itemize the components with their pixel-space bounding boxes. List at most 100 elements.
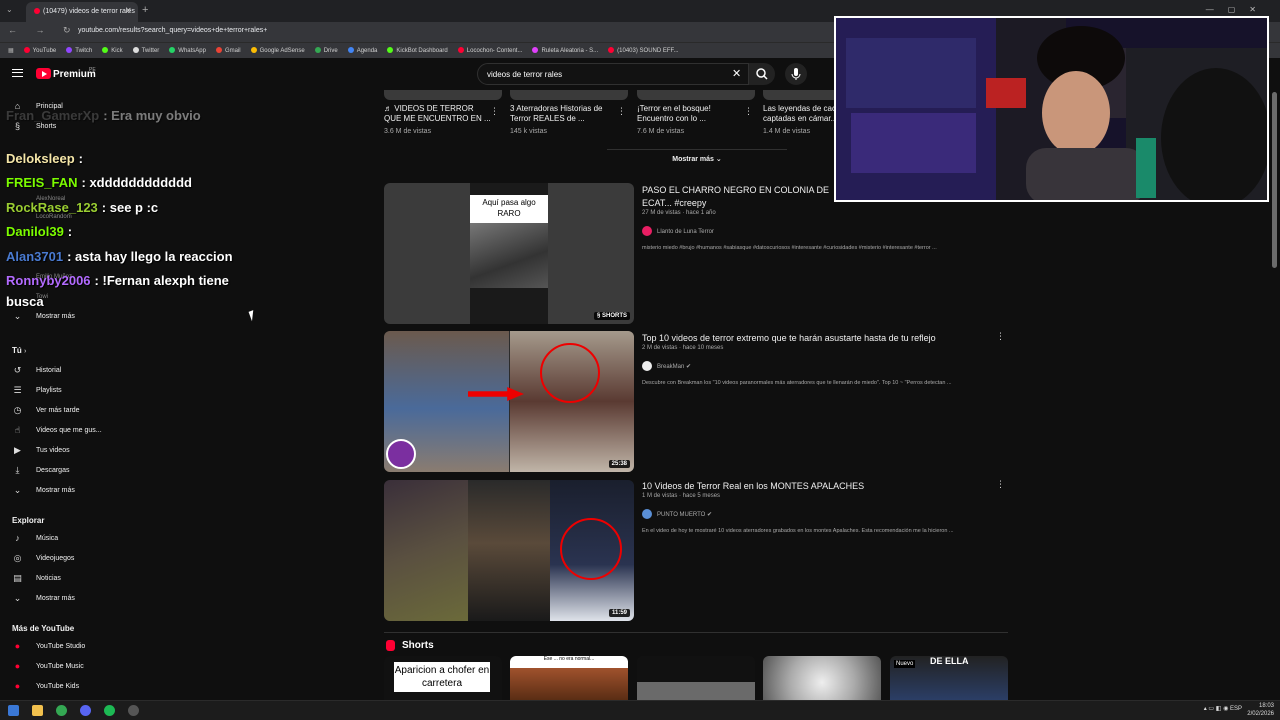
sidebar-item-liked-videos[interactable]: ☝ Videos que me gus... bbox=[0, 422, 118, 440]
sidebar-item-playlists[interactable]: ☰ Playlists bbox=[0, 382, 118, 400]
bookmark-favicon-icon bbox=[250, 47, 257, 53]
bookmark-item[interactable]: Gmail bbox=[215, 47, 241, 54]
sidebar-item-music[interactable]: ♪ Música bbox=[0, 530, 118, 548]
thumbnail-image bbox=[384, 480, 468, 621]
sidebar-item-youtube-kids[interactable]: ● YouTube Kids bbox=[0, 678, 118, 696]
channel-link[interactable]: PUNTO MUERTO ✔ bbox=[642, 509, 712, 519]
bookmark-item[interactable]: Twitter bbox=[132, 47, 159, 54]
highlight-circle bbox=[540, 343, 600, 403]
menu-icon[interactable] bbox=[12, 69, 23, 77]
channel-link[interactable]: BreakMan ✔ bbox=[642, 361, 691, 371]
explore-heading: Explorar bbox=[12, 516, 45, 525]
browser-tab[interactable]: (10479) videos de terror rales bbox=[26, 2, 138, 22]
more-actions-icon[interactable]: ⋮ bbox=[744, 106, 753, 117]
video-title[interactable]: Top 10 videos de terror extremo que te h… bbox=[642, 332, 972, 345]
sidebar-item-your-videos[interactable]: ▶ Tus videos bbox=[0, 442, 118, 460]
sidebar-item-downloads[interactable]: ⤓ Descargas bbox=[0, 462, 118, 480]
chat-text: : bbox=[78, 151, 83, 166]
bookmark-item[interactable]: KickBot Dashboard bbox=[387, 47, 448, 54]
avatar bbox=[642, 509, 652, 519]
sidebar-item-youtube-studio[interactable]: ● YouTube Studio bbox=[0, 638, 118, 656]
bookmark-item[interactable]: (10403) SOUND EFF... bbox=[608, 47, 679, 54]
video-title[interactable]: ♬ VIDEOS DE TERROR QUE ME ENCUENTRO EN .… bbox=[384, 104, 492, 124]
microphone-icon bbox=[791, 68, 801, 80]
video-title[interactable]: 10 Videos de Terror Real en los MONTES A… bbox=[642, 480, 972, 493]
sidebar-item-watch-later[interactable]: ◷ Ver más tarde bbox=[0, 402, 118, 420]
chrome-icon[interactable] bbox=[56, 705, 67, 716]
more-actions-icon[interactable]: ⋮ bbox=[490, 106, 499, 117]
bookmark-item[interactable]: Twitch bbox=[66, 47, 92, 54]
video-description: misterio miedo #brujo #humanos #sabiasqu… bbox=[642, 245, 937, 251]
sidebar-item-historial[interactable]: ↺ Historial bbox=[0, 362, 118, 380]
more-actions-icon[interactable]: ⋮ bbox=[996, 331, 1005, 342]
download-icon: ⤓ bbox=[15, 465, 20, 475]
clock[interactable]: 18:03 2/02/2026 bbox=[1247, 702, 1274, 718]
bookmark-favicon-icon bbox=[387, 47, 394, 53]
windows-taskbar bbox=[0, 700, 1280, 720]
video-title[interactable]: PASO EL CHARRO NEGRO EN COLONIA DE ECAT.… bbox=[642, 184, 842, 210]
bookmark-item[interactable]: Kick bbox=[102, 47, 123, 54]
search-input[interactable]: videos de terror rales bbox=[477, 63, 749, 85]
tab-search-icon[interactable]: ⌄ bbox=[6, 5, 13, 14]
duration-badge: 11:59 bbox=[608, 609, 630, 617]
video-thumbnail[interactable]: 25:38 bbox=[384, 331, 634, 472]
spotify-icon[interactable] bbox=[104, 705, 115, 716]
bookmark-favicon-icon bbox=[23, 47, 30, 53]
explore-show-more[interactable]: ⌄ Mostrar más bbox=[0, 590, 118, 608]
bookmark-item[interactable]: Ruleta Aleatoria - S... bbox=[532, 47, 598, 54]
short-card[interactable]: Nuevo DE ELLA bbox=[890, 656, 1008, 700]
bookmark-item[interactable]: Google AdSense bbox=[250, 47, 305, 54]
gaming-icon: ◎ bbox=[13, 553, 22, 563]
windows-start-icon[interactable] bbox=[8, 705, 19, 716]
clear-search-icon[interactable]: ✕ bbox=[732, 67, 741, 80]
voice-search-button[interactable] bbox=[785, 63, 807, 85]
divider bbox=[384, 632, 1008, 633]
more-actions-icon[interactable]: ⋮ bbox=[996, 479, 1005, 490]
obs-icon[interactable] bbox=[128, 705, 139, 716]
discord-icon[interactable] bbox=[80, 705, 91, 716]
show-more-button[interactable]: Mostrar más ⌄ bbox=[607, 149, 787, 167]
bookmark-favicon-icon bbox=[66, 47, 73, 53]
short-card[interactable] bbox=[637, 656, 755, 700]
bookmark-item[interactable]: WhatsApp bbox=[169, 47, 206, 54]
short-card[interactable] bbox=[763, 656, 881, 700]
close-tab-icon[interactable]: ✕ bbox=[125, 6, 132, 15]
you-show-more[interactable]: ⌄ Mostrar más bbox=[0, 482, 118, 500]
apps-icon[interactable]: ▦ bbox=[8, 47, 14, 54]
channel-avatar bbox=[386, 439, 416, 469]
search-button[interactable] bbox=[749, 63, 775, 85]
short-caption: Aparicion a chofer en carretera bbox=[394, 662, 490, 692]
chat-username: RockRase_123 bbox=[6, 200, 98, 215]
nav-buttons[interactable]: ← → ↻ bbox=[8, 25, 79, 36]
video-thumbnail[interactable] bbox=[384, 90, 502, 100]
sidebar-item-youtube-music[interactable]: ● YouTube Music bbox=[0, 658, 118, 676]
sidebar-item-gaming[interactable]: ◎ Videojuegos bbox=[0, 550, 118, 568]
video-title[interactable]: ¡Terror en el bosque! Encuentro con lo .… bbox=[637, 104, 745, 124]
sidebar-item-news[interactable]: ▤ Noticias bbox=[0, 570, 118, 588]
video-thumbnail[interactable]: 11:59 bbox=[384, 480, 634, 621]
video-thumbnail[interactable]: Aquí pasa algo RARO § SHORTS bbox=[384, 183, 634, 324]
bookmark-item[interactable]: YouTube bbox=[23, 47, 56, 54]
bookmark-item[interactable]: Locochon- Content... bbox=[457, 47, 522, 54]
youtube-logo-icon[interactable] bbox=[36, 68, 51, 79]
channel-link[interactable]: Llanto de Luna Terror bbox=[642, 226, 714, 236]
bookmark-item[interactable]: Agenda bbox=[347, 47, 377, 54]
file-explorer-icon[interactable] bbox=[32, 705, 43, 716]
you-heading[interactable]: Tú › bbox=[12, 346, 26, 355]
video-thumbnail[interactable] bbox=[510, 90, 628, 100]
new-tab-button[interactable]: + bbox=[142, 4, 148, 16]
short-card[interactable]: Ese ... no era normal... bbox=[510, 656, 628, 700]
bookmark-favicon-icon bbox=[457, 47, 464, 53]
bookmark-item[interactable]: Drive bbox=[314, 47, 338, 54]
video-thumbnail[interactable] bbox=[637, 90, 755, 100]
duration-badge: 25:38 bbox=[608, 460, 630, 468]
page-scrollbar[interactable] bbox=[1272, 92, 1277, 268]
system-tray[interactable]: ▴ ▭ ◧ ◉ ESP bbox=[1204, 705, 1242, 712]
bookmark-favicon-icon bbox=[314, 47, 321, 53]
short-card[interactable]: Aparicion a chofer en carretera bbox=[384, 656, 502, 700]
more-actions-icon[interactable]: ⋮ bbox=[617, 106, 626, 117]
window-controls[interactable]: —▢✕ bbox=[1206, 5, 1270, 14]
video-title[interactable]: 3 Aterradoras Historias de Terror REALES… bbox=[510, 104, 618, 124]
url-field[interactable]: youtube.com/results?search_query=videos+… bbox=[78, 27, 267, 34]
subscriptions-show-more[interactable]: ⌄ Mostrar más bbox=[0, 308, 118, 326]
